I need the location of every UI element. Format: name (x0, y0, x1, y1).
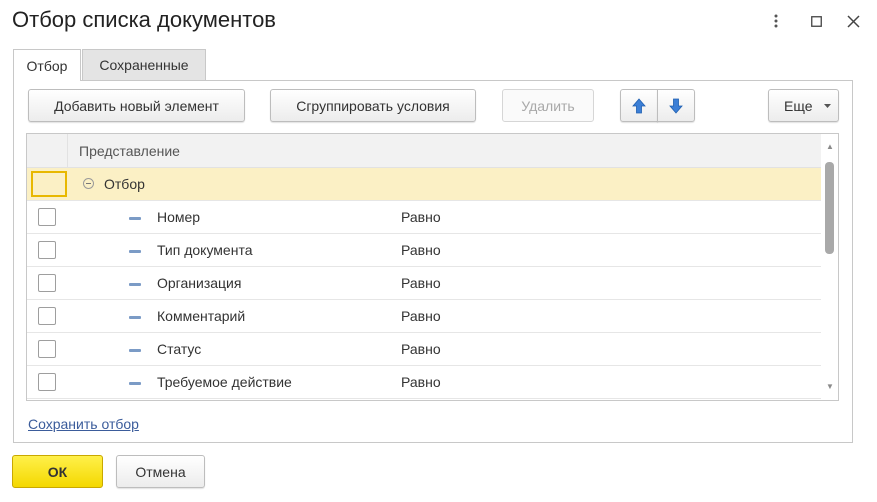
group-label: Отбор (104, 176, 145, 192)
field-name: Требуемое действие (157, 374, 292, 390)
filter-item-icon (129, 316, 141, 319)
field-name: Номер (157, 209, 201, 225)
comparison-type[interactable]: Равно (401, 242, 441, 258)
save-filter-link[interactable]: Сохранить отбор (28, 416, 139, 432)
more-button-label: Еще (784, 97, 813, 114)
field-name: Комментарий (157, 308, 246, 324)
cancel-button[interactable]: Отмена (116, 455, 205, 488)
table-row[interactable]: Номер Равно (27, 201, 821, 234)
filter-item-icon (129, 217, 141, 220)
grid-scrollbar[interactable]: ▲ ▼ (822, 134, 838, 400)
comparison-type[interactable]: Равно (401, 308, 441, 324)
arrow-down-icon (669, 98, 683, 114)
window-menu-button[interactable] (765, 10, 787, 32)
delete-button[interactable]: Удалить (502, 89, 594, 122)
close-icon (846, 14, 860, 28)
tab-filter[interactable]: Отбор (13, 49, 81, 81)
scroll-down-icon[interactable]: ▼ (825, 381, 835, 391)
field-name: Тип документа (157, 242, 253, 258)
row-checkbox[interactable] (38, 373, 56, 391)
row-checkbox[interactable] (38, 274, 56, 292)
group-row-filter[interactable]: Отбор (27, 168, 821, 201)
move-down-button[interactable] (657, 89, 695, 122)
add-element-button[interactable]: Добавить новый элемент (28, 89, 245, 122)
comparison-type[interactable]: Равно (401, 209, 441, 225)
comparison-type[interactable]: Равно (401, 341, 441, 357)
row-checkbox[interactable] (38, 307, 56, 325)
dialog-title: Отбор списка документов (12, 7, 276, 32)
table-row[interactable]: Требуемое действие Равно (27, 366, 821, 399)
field-name: Организация (157, 275, 242, 291)
row-checkbox[interactable] (38, 241, 56, 259)
maximize-icon (810, 15, 822, 27)
group-checkbox[interactable] (31, 171, 67, 197)
close-button[interactable] (842, 10, 864, 32)
field-name: Статус (157, 341, 202, 357)
filter-item-icon (129, 349, 141, 352)
row-checkbox[interactable] (38, 340, 56, 358)
scroll-thumb[interactable] (825, 162, 834, 254)
more-vertical-icon (774, 14, 778, 28)
table-row[interactable]: Тип документа Равно (27, 234, 821, 267)
ok-button[interactable]: ОК (12, 455, 103, 488)
filter-item-icon (129, 250, 141, 253)
collapse-circle-icon[interactable] (83, 178, 94, 189)
filter-grid: Представление Отбор Номер Равно Тип доку… (26, 133, 839, 401)
scroll-up-icon[interactable]: ▲ (825, 141, 835, 151)
table-row[interactable]: Статус Равно (27, 333, 821, 366)
arrow-up-icon (632, 97, 646, 113)
column-header-presentation[interactable]: Представление (79, 143, 180, 159)
tab-saved[interactable]: Сохраненные (82, 49, 206, 80)
chevron-down-icon (824, 104, 831, 108)
filter-item-icon (129, 382, 141, 385)
move-up-button[interactable] (620, 89, 658, 122)
maximize-button[interactable] (805, 10, 827, 32)
table-row[interactable]: Организация Равно (27, 267, 821, 300)
more-button[interactable]: Еще (768, 89, 839, 122)
group-conditions-button[interactable]: Сгруппировать условия (270, 89, 476, 122)
filter-item-icon (129, 283, 141, 286)
check-column-header (27, 134, 68, 167)
row-checkbox[interactable] (38, 208, 56, 226)
grid-header: Представление (27, 134, 821, 168)
comparison-type[interactable]: Равно (401, 275, 441, 291)
comparison-type[interactable]: Равно (401, 374, 441, 390)
table-row[interactable]: Комментарий Равно (27, 300, 821, 333)
